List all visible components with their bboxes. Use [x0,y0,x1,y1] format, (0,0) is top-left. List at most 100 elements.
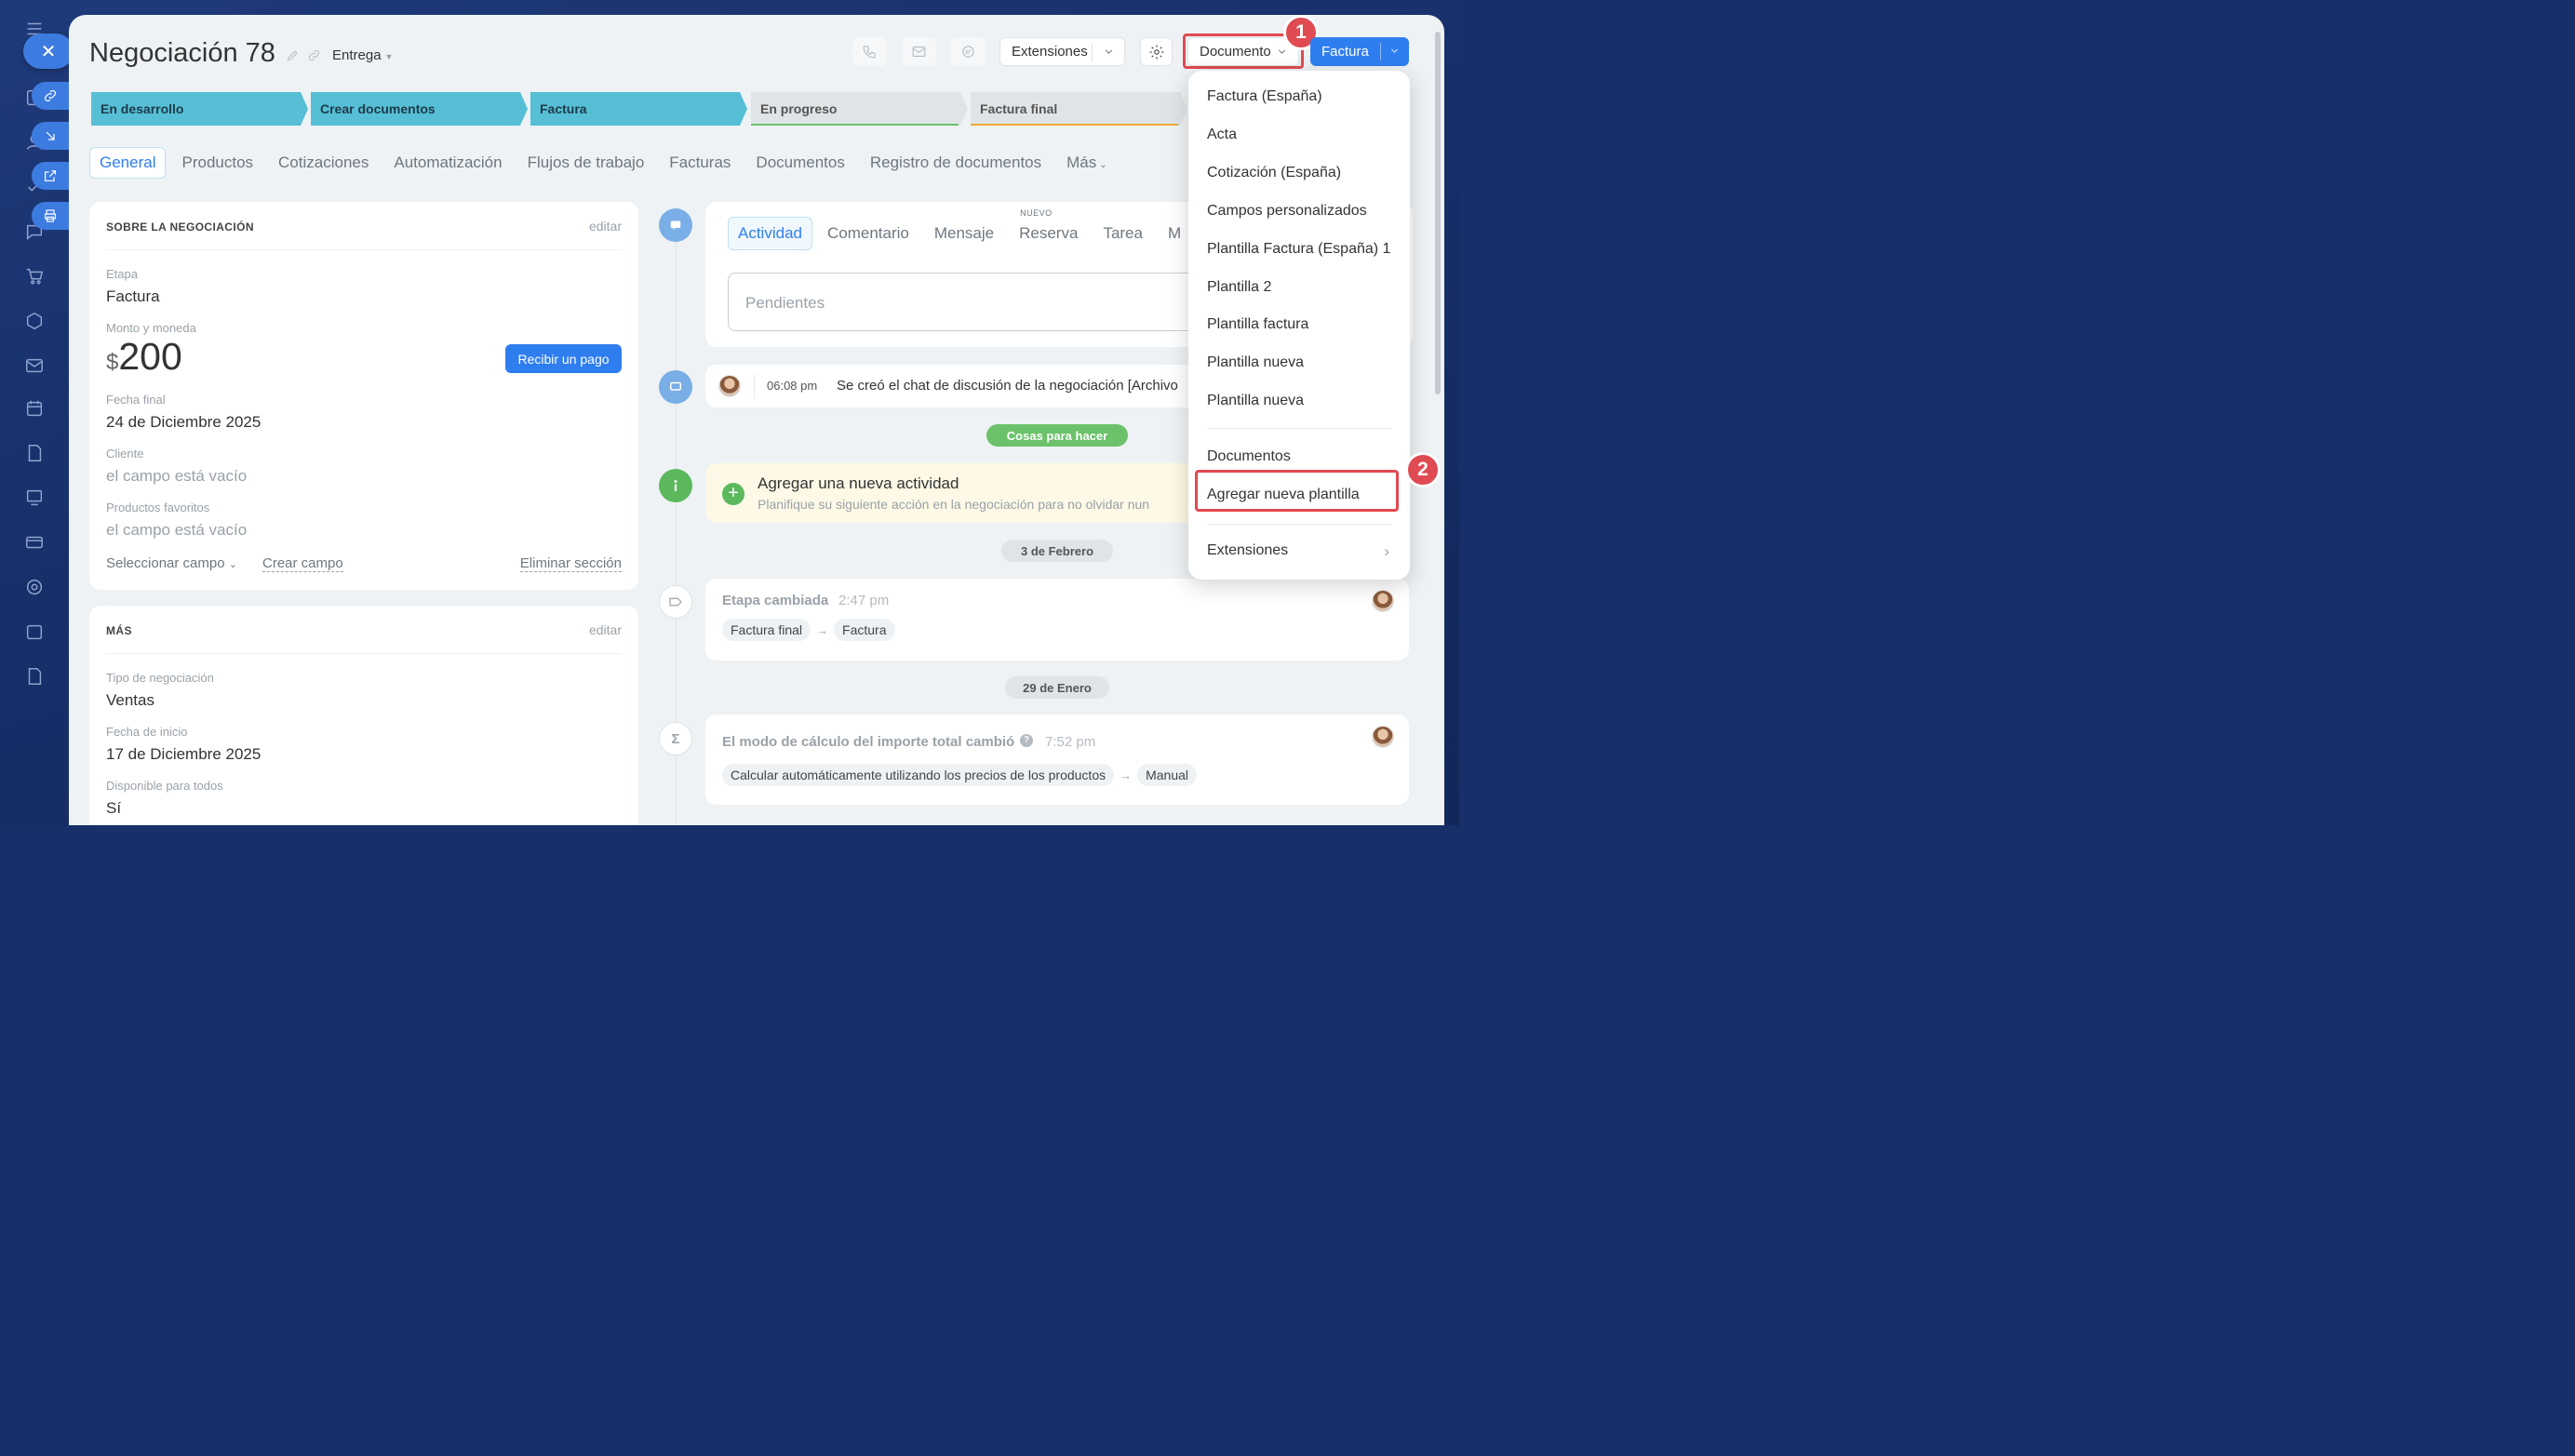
close-slider-button[interactable]: ✕ [23,33,74,69]
stage-to-chip: Factura [834,619,895,641]
field-label: Monto y moneda [106,321,196,335]
copy-link-button[interactable] [32,82,69,110]
arrow-right-icon: → [816,623,829,637]
field-value[interactable]: el campo está vacío [106,521,247,540]
tab-automation[interactable]: Automatización [394,154,502,172]
email-button[interactable] [902,37,936,66]
pending-input[interactable]: Pendientes [728,273,1212,331]
edit-link[interactable]: editar [589,219,622,234]
open-new-window-button[interactable] [32,162,69,190]
menu-item[interactable]: Factura (España) [1207,88,1322,105]
avatar[interactable] [1372,726,1394,748]
file-icon[interactable] [22,664,47,688]
sites-icon[interactable] [22,309,47,333]
stage-changed-item: Etapa cambiada 2:47 pm Factura final → Fac… [705,579,1409,661]
tab-more[interactable]: Más ⌄ [1066,154,1107,172]
create-field-link[interactable]: Crear campo [262,555,343,572]
settings-button[interactable] [1140,37,1173,66]
calendar-icon[interactable] [22,396,47,421]
menu-item[interactable]: Plantilla Factura (España) 1 [1207,241,1390,258]
invoice-button[interactable]: Factura [1310,37,1409,66]
tab-invoices[interactable]: Facturas [669,154,731,172]
invoice-label: Factura [1321,44,1369,60]
tab-message[interactable]: Mensaje [934,224,994,243]
menu-item[interactable]: Plantilla factura [1207,316,1308,333]
menu-item[interactable]: Campos personalizados [1207,203,1367,220]
card-icon[interactable] [22,530,47,554]
print-button[interactable] [32,202,69,230]
new-tag: NUEVO [1020,208,1053,218]
plus-icon[interactable]: + [722,483,744,505]
field-label: Cliente [106,447,144,461]
menu-item[interactable]: Plantilla 2 [1207,279,1271,296]
timestamp: 7:52 pm [1045,734,1096,750]
caret-down-icon: ▼ [384,52,394,61]
tab-document-log[interactable]: Registro de documentos [870,154,1041,172]
tab-products[interactable]: Productos [181,154,253,172]
tab-booking[interactable]: NUEVO Reserva [1019,208,1078,243]
menu-item[interactable]: Cotización (España) [1207,165,1341,181]
printer-icon [45,209,56,222]
pipeline-selector[interactable]: Entrega ▼ [332,47,393,63]
chevron-down-icon[interactable] [1388,45,1401,60]
tab-general[interactable]: General [89,147,167,179]
stage-item[interactable]: Factura final [971,92,1187,126]
tab-task[interactable]: Tarea [1103,224,1143,243]
board-icon[interactable] [22,486,47,510]
chat-button[interactable] [951,37,986,66]
menu-item-extensions[interactable]: Extensiones [1207,542,1288,559]
field-value[interactable]: Sí [106,799,121,818]
pencil-icon[interactable] [286,48,300,62]
event-title: El modo de cálculo del importe total cam… [722,734,1015,750]
stage-item[interactable]: Crear documentos [311,92,528,126]
menu-item[interactable]: Plantilla nueva [1207,393,1304,409]
schedule-icon[interactable] [22,620,47,644]
tab-documents[interactable]: Documentos [756,154,844,172]
tab-quotes[interactable]: Cotizaciones [278,154,369,172]
help-icon[interactable]: ? [1020,734,1033,747]
chevron-down-icon: ⌄ [228,559,237,570]
scrollbar[interactable] [1435,32,1441,394]
tab-activity[interactable]: Actividad [728,217,812,250]
stage-item[interactable]: Factura [530,92,747,126]
cart-icon[interactable] [22,264,47,288]
field-label: Disponible para todos [106,779,223,793]
docs-icon[interactable] [22,441,47,465]
extensions-dropdown[interactable]: Extensiones [999,37,1125,66]
calc-mode-item: El modo de cálculo del importe total cam… [705,715,1409,805]
target-icon[interactable] [22,575,47,599]
minimize-button[interactable] [32,122,69,150]
tab-workflows[interactable]: Flujos de trabajo [528,154,645,172]
section-heading: MÁS [106,624,132,637]
extensions-label: Extensiones [1012,44,1088,60]
avatar[interactable] [1372,590,1394,612]
avatar[interactable] [718,375,741,397]
field-value[interactable]: el campo está vacío [106,467,247,486]
stage-item[interactable]: En progreso [751,92,968,126]
link-icon[interactable] [307,48,321,62]
annotation-badge-2: 2 [1405,452,1441,488]
edit-link[interactable]: editar [589,622,622,637]
amount-value[interactable]: $200 [106,335,182,379]
menu-item-documents[interactable]: Documentos [1207,448,1291,465]
stage-item[interactable]: En desarrollo [91,92,308,126]
tab-comment[interactable]: Comentario [827,224,909,243]
more-panel: MÁS editar Tipo de negociación Ventas Fe… [89,606,638,825]
field-value[interactable]: 17 de Diciembre 2025 [106,745,261,764]
add-activity-item[interactable]: + Agregar una nueva actividad Planifique… [705,463,1208,523]
add-activity-title[interactable]: Agregar una nueva actividad [758,474,959,493]
select-field-dropdown[interactable]: Seleccionar campo ⌄ [106,555,237,571]
field-value[interactable]: Ventas [106,691,154,710]
receive-payment-button[interactable]: Recibir un pago [505,344,622,373]
tab-more-activity[interactable]: M [1168,224,1181,243]
menu-item[interactable]: Plantilla nueva [1207,354,1304,371]
chat-created-text[interactable]: Se creó el chat de discusión de la negoc… [837,378,1178,394]
info-icon [659,469,692,502]
link-icon [44,89,57,102]
delete-section-link[interactable]: Eliminar sección [519,555,622,572]
field-value[interactable]: 24 de Diciembre 2025 [106,413,261,432]
field-value[interactable]: Factura [106,287,160,306]
menu-item[interactable]: Acta [1207,127,1237,143]
mail-icon[interactable] [22,354,47,378]
call-button[interactable] [852,37,887,66]
